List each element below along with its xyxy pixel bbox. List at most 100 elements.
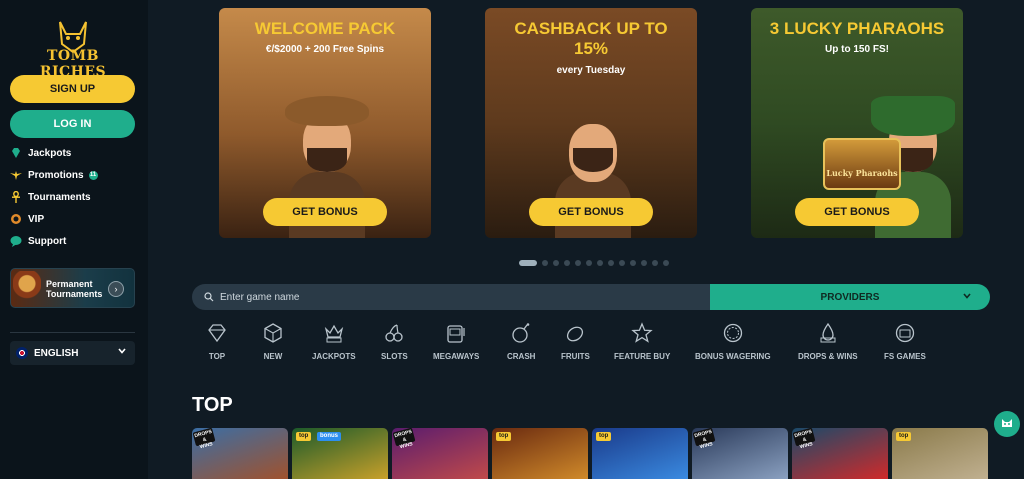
sidebar-item-support[interactable]: Support xyxy=(10,230,140,252)
game-tag: top xyxy=(296,432,312,441)
carousel-dot[interactable] xyxy=(619,260,625,266)
promo-card-cashback[interactable]: CASHBACK UP TO 15% every Tuesday GET BON… xyxy=(485,8,697,238)
providers-dropdown[interactable]: PROVIDERS xyxy=(710,284,990,310)
sign-up-button[interactable]: SIGN UP xyxy=(10,75,135,103)
fs-icon xyxy=(895,323,915,343)
category-label: DROPS & WINS xyxy=(798,352,858,361)
promo-title: WELCOME PACK xyxy=(254,19,396,38)
game-thumbnail[interactable]: DROPS & WINS xyxy=(192,428,288,479)
game-tag: DROPS & WINS xyxy=(192,428,216,450)
game-thumbnail[interactable]: top xyxy=(492,428,588,479)
carousel-dot[interactable] xyxy=(652,260,658,266)
sidebar-divider xyxy=(10,332,135,333)
slot-logo-text: Lucky Pharaohs xyxy=(826,168,898,178)
sidebar-item-promotions[interactable]: Promotions 11 xyxy=(10,164,140,186)
category-jackpots[interactable]: JACKPOTS xyxy=(312,320,356,368)
category-feature-buy[interactable]: FEATURE BUY xyxy=(614,320,670,368)
lucky-pharaohs-game-logo: Lucky Pharaohs xyxy=(823,138,901,190)
carousel-dot[interactable] xyxy=(608,260,614,266)
sidebar-item-tournaments[interactable]: Tournaments xyxy=(10,186,140,208)
language-label: ENGLISH xyxy=(34,347,79,359)
permanent-tournaments-banner[interactable]: Permanent Tournaments › xyxy=(10,268,135,308)
carousel-dot[interactable] xyxy=(564,260,570,266)
promo-card-3-lucky-pharaohs[interactable]: 3 LUCKY PHARAOHS Up to 150 FS! Lucky Pha… xyxy=(751,8,963,238)
carousel-dot[interactable] xyxy=(663,260,669,266)
sidebar: TOMB RICHES SIGN UP LOG IN Jackpots Prom… xyxy=(0,0,148,479)
game-thumbnail[interactable]: top xyxy=(592,428,688,479)
language-selector[interactable]: ENGLISH xyxy=(10,341,135,365)
vip-icon xyxy=(10,213,22,225)
get-bonus-button[interactable]: GET BONUS xyxy=(529,198,653,226)
category-megaways[interactable]: MEGAWAYS xyxy=(433,320,479,368)
category-label: CRASH xyxy=(507,352,536,361)
category-crash[interactable]: CRASH xyxy=(507,320,535,368)
sidebar-item-vip[interactable]: VIP xyxy=(10,208,140,230)
game-tag: bonus xyxy=(317,432,341,441)
lemon-icon xyxy=(567,326,584,342)
promo-title-percent: 15% xyxy=(573,39,609,58)
carousel-dot[interactable] xyxy=(597,260,603,266)
live-chat-button[interactable] xyxy=(994,411,1020,437)
category-drops-and-wins[interactable]: DROPS & WINS xyxy=(798,320,858,368)
promo-card-welcome-pack[interactable]: WELCOME PACK €/$2000 + 200 Free Spins GE… xyxy=(219,8,431,238)
category-fruits[interactable]: FRUITS xyxy=(561,320,590,368)
game-thumbnail[interactable]: DROPS & WINS xyxy=(392,428,488,479)
category-bonus-wagering[interactable]: BONUS WAGERING xyxy=(695,320,771,368)
chat-bubble-icon xyxy=(10,235,22,247)
game-tag: DROPS & WINS xyxy=(692,428,716,450)
search-icon xyxy=(204,292,214,302)
category-label: FS GAMES xyxy=(884,352,926,361)
category-fs-games[interactable]: FS GAMES xyxy=(884,320,926,368)
category-label: SLOTS xyxy=(381,352,408,361)
game-tag: top xyxy=(896,432,912,441)
log-in-button[interactable]: LOG IN xyxy=(10,110,135,138)
cube-icon xyxy=(264,323,282,343)
top-games-row: DROPS & WINS top bonus DROPS & WINS top top DR… xyxy=(192,428,992,479)
category-label: FRUITS xyxy=(561,352,590,361)
section-title-top: TOP xyxy=(192,394,233,416)
bomb-icon xyxy=(512,323,530,343)
category-label: NEW xyxy=(263,352,283,361)
category-slots[interactable]: SLOTS xyxy=(381,320,408,368)
category-new[interactable]: NEW xyxy=(262,320,284,368)
carousel-dot[interactable] xyxy=(553,260,559,266)
ankh-wings-icon xyxy=(10,169,22,181)
sidebar-nav: Jackpots Promotions 11 Tournaments VIP S… xyxy=(10,142,140,252)
carousel-dot[interactable] xyxy=(519,260,537,266)
promo-title: CASHBACK UP TO xyxy=(514,19,668,38)
game-thumbnail[interactable]: top bonus xyxy=(292,428,388,479)
slot-machine-icon xyxy=(447,325,465,343)
game-thumbnail[interactable]: top xyxy=(892,428,988,479)
cherries-icon xyxy=(385,324,403,342)
category-top[interactable]: TOP xyxy=(206,320,228,368)
sidebar-item-label: VIP xyxy=(28,213,45,225)
category-label: JACKPOTS xyxy=(312,352,356,361)
promo-subtitle: Up to 150 FS! xyxy=(825,44,889,55)
sidebar-item-label: Promotions xyxy=(28,169,84,181)
brand-logo[interactable]: TOMB RICHES xyxy=(26,18,120,80)
game-thumbnail[interactable]: DROPS & WINS xyxy=(792,428,888,479)
carousel-dot[interactable] xyxy=(575,260,581,266)
search-input[interactable] xyxy=(220,291,620,303)
carousel-dot[interactable] xyxy=(630,260,636,266)
carousel-dot[interactable] xyxy=(586,260,592,266)
game-thumbnail[interactable]: DROPS & WINS xyxy=(692,428,788,479)
category-label: BONUS WAGERING xyxy=(695,352,771,361)
sidebar-item-label: Support xyxy=(28,235,67,247)
sidebar-item-jackpots[interactable]: Jackpots xyxy=(10,142,140,164)
carousel-dot[interactable] xyxy=(542,260,548,266)
carousel-pagination xyxy=(519,260,674,266)
star-icon xyxy=(631,322,653,343)
game-tag: top xyxy=(596,432,612,441)
arrow-right-icon[interactable]: › xyxy=(108,281,124,297)
get-bonus-button[interactable]: GET BONUS xyxy=(795,198,919,226)
tournament-character-image xyxy=(13,271,41,307)
chat-cat-icon xyxy=(1002,419,1012,427)
category-bar: TOP NEW JACKPOTS SLOTS MEGAWAYS CRASH FR… xyxy=(192,320,992,370)
uk-flag-icon xyxy=(16,347,28,359)
get-bonus-button[interactable]: GET BONUS xyxy=(263,198,387,226)
game-search-bar[interactable] xyxy=(192,284,712,310)
category-label: TOP xyxy=(208,352,226,361)
carousel-dot[interactable] xyxy=(641,260,647,266)
sidebar-item-label: Jackpots xyxy=(28,147,72,159)
